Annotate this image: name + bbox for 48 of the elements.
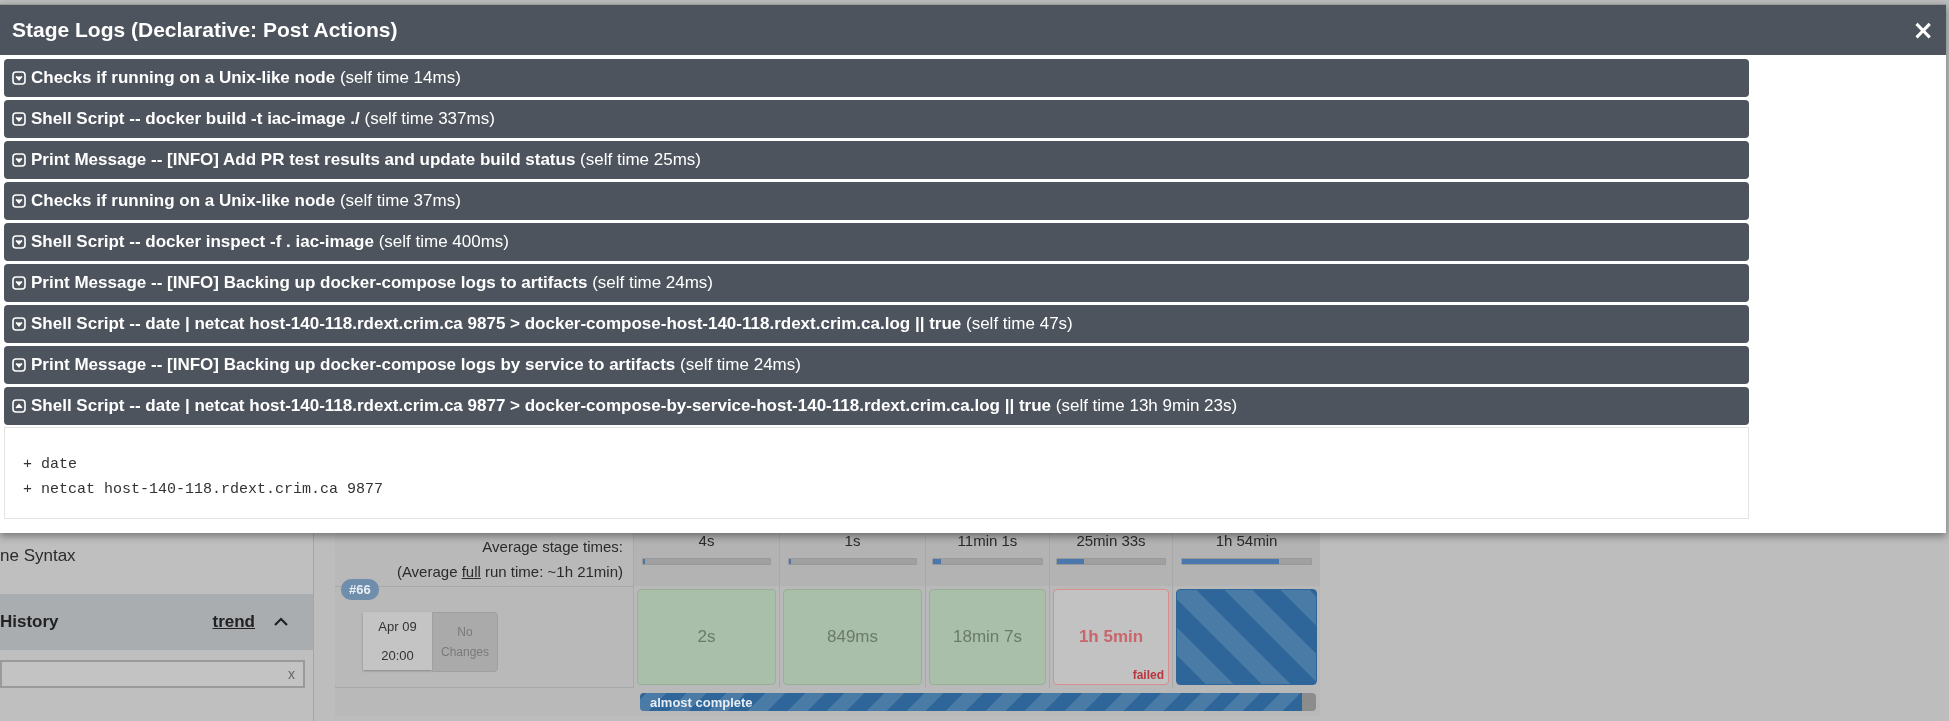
log-step-row[interactable]: Print Message -- [INFO] Add PR test results and update build status (self time 25ms) <box>4 141 1749 179</box>
average-time: 1h 54min <box>1215 532 1278 550</box>
sidebar-link[interactable]: ne Syntax <box>0 532 313 594</box>
run-time-text: (Average full run time: ~1h 21min) <box>395 562 623 582</box>
full-link[interactable]: full <box>461 563 481 580</box>
trend-link[interactable]: trend <box>212 612 255 632</box>
expand-icon[interactable] <box>12 317 26 331</box>
expand-icon[interactable] <box>12 71 26 85</box>
log-step-row[interactable]: Shell Script -- date | netcat host-140-118.rdext.crim.ca 9875 > docker-compose-host-140-118.rdext.crim.ca.log || true (self time 47s) <box>4 305 1749 343</box>
step-title: Shell Script -- date | netcat host-140-118.rdext.crim.ca 9877 > docker-compose-by-service-host-140-118.rdext.crim.ca.log || true (self time 13h 9min 23s) <box>31 396 1238 416</box>
stage-cell[interactable] <box>1176 589 1317 685</box>
average-time: 4s <box>698 532 715 550</box>
status-label: failed <box>1132 668 1164 682</box>
average-time: 25min 33s <box>1076 532 1146 550</box>
average-label: Average stage times: <box>481 537 623 557</box>
expand-icon[interactable] <box>12 235 26 249</box>
log-step-row[interactable]: Checks if running on a Unix-like node (self time 37ms) <box>4 182 1749 220</box>
collapse-icon[interactable] <box>12 399 26 413</box>
build-time: 20:00 <box>381 648 414 663</box>
log-step-row[interactable]: Checks if running on a Unix-like node (self time 14ms) <box>4 59 1749 97</box>
step-title: Print Message -- [INFO] Add PR test results and update build status (self time 25ms) <box>31 150 702 170</box>
expand-icon[interactable] <box>12 194 26 208</box>
step-title: Print Message -- [INFO] Backing up docker-compose logs to artifacts (self time 24ms) <box>31 273 714 293</box>
close-button[interactable]: × <box>1912 15 1934 45</box>
expand-icon[interactable] <box>12 276 26 290</box>
log-step-row[interactable]: Print Message -- [INFO] Backing up docker-compose logs by service to artifacts (self time 24ms) <box>4 346 1749 384</box>
expand-icon[interactable] <box>12 112 26 126</box>
log-line: + date <box>23 455 78 475</box>
chevron-up-icon[interactable] <box>273 617 289 627</box>
step-title: Shell Script -- docker build -t iac-image ./ (self time 337ms) <box>31 109 495 129</box>
step-title: Print Message -- [INFO] Backing up docker-compose logs by service to artifacts (self time 24ms) <box>31 355 801 375</box>
log-step-row[interactable]: Shell Script -- docker build -t iac-image ./ (self time 337ms) <box>4 100 1749 138</box>
log-step-row[interactable]: Print Message -- [INFO] Backing up docker-compose logs to artifacts (self time 24ms) <box>4 264 1749 302</box>
step-title: Checks if running on a Unix-like node (self time 14ms) <box>31 68 461 88</box>
expand-icon[interactable] <box>12 358 26 372</box>
average-time: 1s <box>844 532 861 550</box>
progress-label: almost complete <box>650 694 753 710</box>
build-date: Apr 09 <box>378 619 417 634</box>
history-title: History <box>0 612 59 632</box>
dialog-title: Stage Logs (Declarative: Post Actions) <box>12 18 398 42</box>
step-title: Checks if running on a Unix-like node (self time 37ms) <box>31 191 461 211</box>
log-step-row[interactable]: Shell Script -- date | netcat host-140-118.rdext.crim.ca 9877 > docker-compose-by-service-host-140-118.rdext.crim.ca.log || true (self time 13h 9min 23s) <box>4 387 1749 425</box>
log-line: + netcat host-140-118.rdext.crim.ca 9877 <box>23 480 385 500</box>
step-title: Shell Script -- docker inspect -f . iac-image (self time 400ms) <box>31 232 510 252</box>
average-time: 11min 1s <box>957 532 1018 550</box>
expand-icon[interactable] <box>12 153 26 167</box>
log-step-row[interactable]: Shell Script -- docker inspect -f . iac-image (self time 400ms) <box>4 223 1749 261</box>
step-title: Shell Script -- date | netcat host-140-118.rdext.crim.ca 9875 > docker-compose-host-140-118.rdext.crim.ca.log || true (self time 47s) <box>31 314 1073 334</box>
